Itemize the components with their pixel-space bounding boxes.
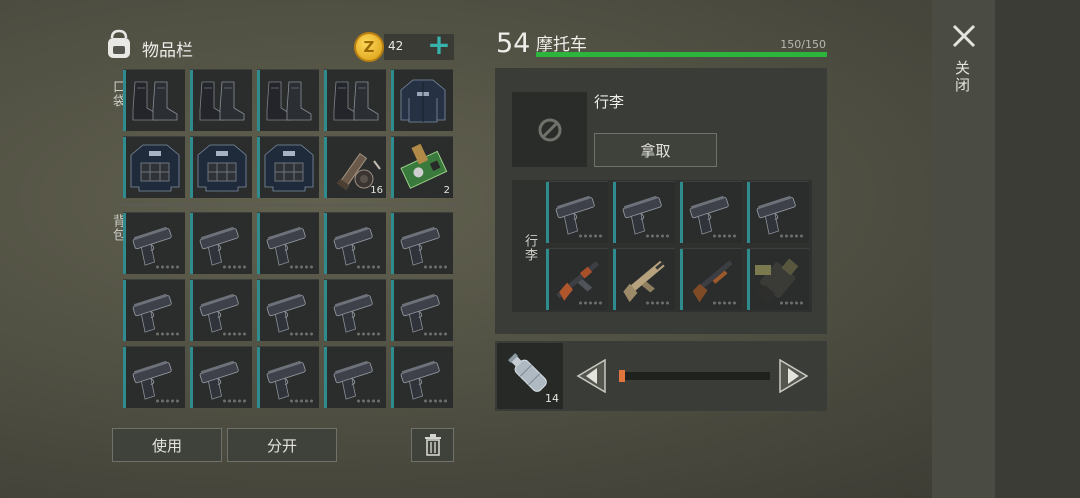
backpack-slot[interactable] [391,212,453,274]
vehicle-durability: 150/150 [780,38,826,51]
backpack-slot[interactable] [123,212,185,274]
arrow-left-icon [576,358,606,394]
durability-dots [155,399,181,403]
use-button[interactable]: 使用 [112,428,222,462]
durability-dots [356,399,382,403]
vehicle-level: 54 [496,28,531,59]
durability-dots [222,265,248,269]
backpack-slot[interactable] [257,279,319,341]
backpack-slot[interactable] [123,279,185,341]
pocket-slot[interactable] [123,69,185,131]
backpack-slot[interactable] [391,346,453,408]
fuel-slider-handle[interactable] [619,370,625,382]
backpack-slot[interactable] [257,212,319,274]
durability-dots [423,399,449,403]
backpack-slot[interactable] [391,279,453,341]
pocket-slot[interactable] [257,69,319,131]
durability-bar [536,52,827,57]
durability-dots [423,265,449,269]
decrease-button[interactable] [576,358,606,394]
prohibited-icon [538,118,561,141]
durability-dots [645,301,671,305]
trash-icon [424,434,441,456]
coin-count: 42 [388,39,404,53]
pocket-slot[interactable] [391,69,453,131]
backpack-slot[interactable] [324,212,386,274]
durability-dots [356,332,382,336]
item-qty: 2 [443,185,450,196]
durability-dots [289,265,315,269]
close-icon [952,24,976,48]
luggage-slot[interactable] [613,181,675,243]
luggage-slot[interactable] [613,248,675,310]
take-button[interactable]: 拿取 [594,133,717,167]
durability-dots [289,332,315,336]
backpack-slot[interactable] [324,279,386,341]
backpack-slot[interactable] [257,346,319,408]
split-button[interactable]: 分开 [227,428,337,462]
durability-dots [423,332,449,336]
luggage-slot[interactable] [680,181,742,243]
durability-dots [578,301,604,305]
pocket-slot[interactable] [257,136,319,198]
luggage-slot[interactable] [747,181,809,243]
durability-dots [712,234,738,238]
trash-button[interactable] [411,428,454,462]
durability-dots [779,234,805,238]
empty-item-slot [512,92,587,167]
pocket-slot[interactable]: 16 [324,136,386,198]
backpack-slot[interactable] [190,346,252,408]
coin-icon: Z [354,32,384,62]
inventory-title: 物品栏 [142,41,193,61]
durability-dots [356,265,382,269]
add-coins-button[interactable]: + [426,31,452,60]
durability-dots [155,332,181,336]
luggage-slot[interactable] [546,248,608,310]
backpack-slot[interactable] [324,346,386,408]
durability-dots [155,265,181,269]
luggage-side-label: 行李 [522,234,537,262]
durability-dots [578,234,604,238]
close-label: 关闭 [953,60,971,94]
durability-fill [536,52,827,57]
arrow-right-icon [779,358,809,394]
durability-dots [222,399,248,403]
durability-dots [779,301,805,305]
pocket-slot[interactable]: 2 [391,136,453,198]
increase-button[interactable] [779,358,809,394]
durability-dots [222,332,248,336]
luggage-slot[interactable] [747,248,809,310]
item-qty: 16 [370,185,383,196]
durability-dots [645,234,671,238]
luggage-slot[interactable] [680,248,742,310]
backpack-slot[interactable] [190,279,252,341]
backpack-slot[interactable] [190,212,252,274]
luggage-slot[interactable] [546,181,608,243]
durability-dots [712,301,738,305]
fuel-slot[interactable]: 14 [497,343,563,409]
pocket-slot[interactable] [190,136,252,198]
close-button[interactable] [948,22,980,52]
fuel-slider-track[interactable] [619,370,770,382]
right-edge [995,0,1080,498]
backpack-slot[interactable] [123,346,185,408]
durability-dots [289,399,315,403]
pocket-slot[interactable] [123,136,185,198]
backpack-icon [104,28,134,60]
luggage-title: 行李 [594,93,625,111]
section-divider [122,204,456,206]
fuel-qty: 14 [545,392,559,405]
pocket-slot[interactable] [190,69,252,131]
pocket-slot[interactable] [324,69,386,131]
